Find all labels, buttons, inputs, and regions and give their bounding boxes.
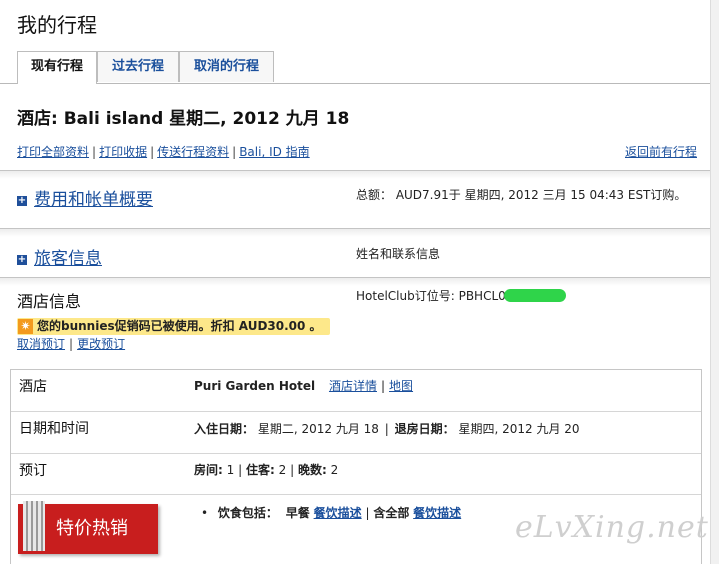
promo-text: 您的bunnies促销码已被使用。折扣 AUD30.00 。 xyxy=(37,319,322,333)
cost-section-title: 费用和帐单概要 xyxy=(34,190,153,210)
change-booking-link[interactable]: 更改预订 xyxy=(77,337,125,351)
promo-badge: ✷ 您的bunnies促销码已被使用。折扣 AUD30.00 。 xyxy=(17,318,330,335)
cost-section-toggle[interactable]: + 费用和帐单概要 xyxy=(17,185,153,210)
meals-label: 饮食包括： xyxy=(217,506,278,520)
nights-count: 2 xyxy=(330,463,339,477)
meal-description-link-2[interactable]: 餐饮描述 xyxy=(413,506,461,520)
trip-action-links: 打印全部资料 | 打印收据 | 传送行程资料 | Bali, ID 指南 返回前有行程 xyxy=(17,143,697,160)
tab-current-trips[interactable]: 现有行程 xyxy=(17,51,97,84)
back-to-trips-link[interactable]: 返回前有行程 xyxy=(625,143,697,160)
dates-row-label: 日期和时间 xyxy=(19,421,89,437)
redaction-mark xyxy=(503,289,566,302)
hotel-row-label: 酒店 xyxy=(19,379,47,395)
nights-label: 晚数: xyxy=(297,463,327,477)
checkout-date: 星期四, 2012 九月 20 xyxy=(458,422,580,436)
trip-tabs: 现有行程 过去行程 取消的行程 xyxy=(0,51,710,84)
scrollbar[interactable] xyxy=(710,0,719,564)
hotel-info-title: 酒店信息 xyxy=(17,292,82,311)
booking-row-label: 预订 xyxy=(19,463,47,479)
divider-shadow xyxy=(0,278,710,286)
meals-all-inclusive: 含全部 xyxy=(373,506,410,520)
sale-badge-text: 特价热销 xyxy=(56,518,128,539)
checkin-date: 星期二, 2012 九月 18 xyxy=(257,422,379,436)
meals-row: • 饮食包括： 早餐 餐饮描述 | 含全部 餐饮描述 xyxy=(201,506,462,520)
divider-shadow xyxy=(0,171,710,179)
dates-row-value: 入住日期： 星期二, 2012 九月 18 | 退房日期： 星期四, 2012 … xyxy=(194,422,580,436)
order-number-label: HotelClub订位号: PBHCL0 xyxy=(356,289,506,303)
cancel-booking-link[interactable]: 取消预订 xyxy=(17,337,65,351)
table-row: 日期和时间 入住日期： 星期二, 2012 九月 18 | 退房日期： 星期四,… xyxy=(11,412,701,454)
booking-row-value: 房间: 1 | 住客: 2 | 晚数: 2 xyxy=(194,463,339,477)
tab-past-trips[interactable]: 过去行程 xyxy=(97,51,179,82)
send-itinerary-link[interactable]: 传送行程资料 xyxy=(157,145,229,159)
expand-icon: + xyxy=(17,195,27,206)
watermark: eLvXing.net xyxy=(515,510,709,545)
tab-cancelled-trips[interactable]: 取消的行程 xyxy=(179,51,274,82)
checkout-label: 退房日期： xyxy=(394,422,455,436)
booking-action-links: 取消预订 | 更改预订 xyxy=(17,337,126,351)
rooms-label: 房间: xyxy=(194,463,223,477)
page-title: 我的行程 xyxy=(17,13,97,37)
meal-description-link[interactable]: 餐饮描述 xyxy=(314,506,362,520)
hotel-map-link[interactable]: 地图 xyxy=(389,379,413,393)
building-icon xyxy=(23,501,45,551)
table-row: 酒店 Puri Garden Hotel 酒店详情 | 地图 xyxy=(11,370,701,412)
divider-shadow xyxy=(0,229,710,237)
star-burst-icon: ✷ xyxy=(18,319,33,334)
expand-icon: + xyxy=(17,254,27,265)
checkin-label: 入住日期： xyxy=(194,422,255,436)
guests-label: 住客: xyxy=(245,463,275,477)
cost-summary: 总额： AUD7.91于 星期四, 2012 三月 15 04:43 EST订购… xyxy=(356,188,687,202)
traveler-summary: 姓名和联系信息 xyxy=(356,247,441,261)
print-receipt-link[interactable]: 打印收据 xyxy=(99,145,147,159)
traveler-section-toggle[interactable]: + 旅客信息 xyxy=(17,244,102,269)
table-row: 预订 房间: 1 | 住客: 2 | 晚数: 2 xyxy=(11,454,701,495)
print-all-link[interactable]: 打印全部资料 xyxy=(17,145,89,159)
meals-breakfast: 早餐 xyxy=(285,506,310,520)
rooms-count: 1 xyxy=(226,463,235,477)
hotel-row-value: Puri Garden Hotel 酒店详情 | 地图 xyxy=(194,379,414,393)
sale-badge: 特价热销 xyxy=(18,501,158,554)
hotel-trip-title: 酒店: Bali island 星期二, 2012 九月 18 xyxy=(17,109,350,129)
order-number: HotelClub订位号: PBHCL0 xyxy=(356,287,566,304)
guests-count: 2 xyxy=(278,463,287,477)
destination-guide-link[interactable]: Bali, ID 指南 xyxy=(239,145,309,159)
hotel-name: Puri Garden Hotel xyxy=(194,379,316,393)
traveler-section-title: 旅客信息 xyxy=(34,249,102,269)
hotel-detail-link[interactable]: 酒店详情 xyxy=(329,379,377,393)
